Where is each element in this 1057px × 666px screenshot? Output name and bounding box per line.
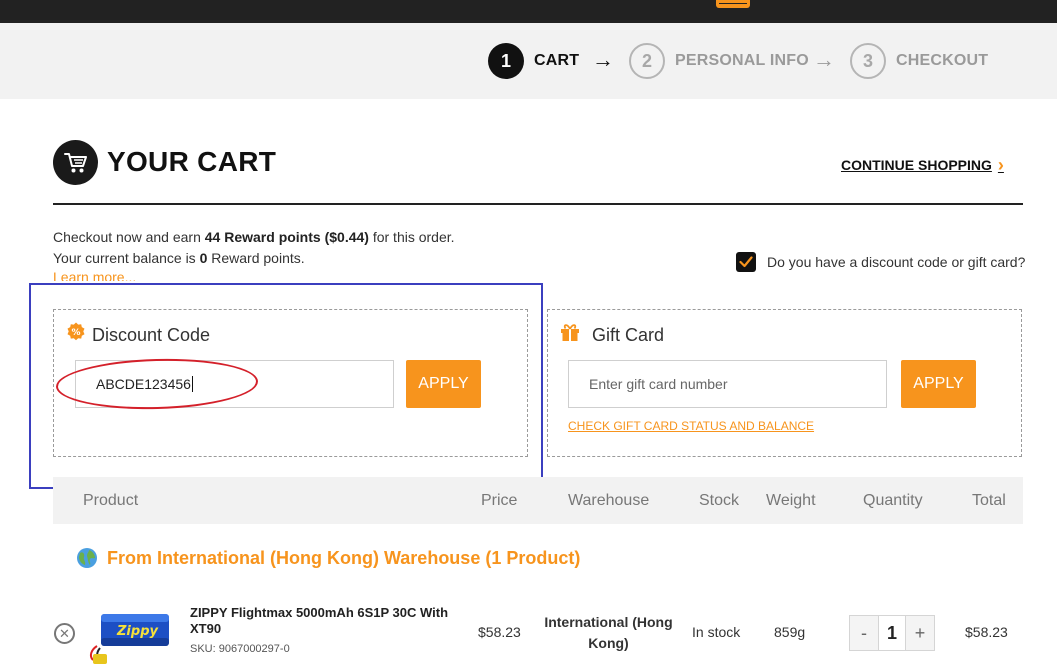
chevron-right-icon: › [997, 155, 1004, 175]
reward-text-part: Reward points. [207, 250, 305, 266]
step-cart[interactable]: 1 CART [488, 43, 579, 79]
reward-text-part: Checkout now and earn [53, 229, 205, 245]
product-name[interactable]: ZIPPY Flightmax 5000mAh 6S1P 30C With XT… [190, 605, 450, 637]
discount-checkbox[interactable] [736, 252, 756, 272]
item-weight: 859g [774, 624, 806, 640]
product-thumbnail[interactable]: Zippy [87, 610, 173, 666]
discount-toggle[interactable]: Do you have a discount code or gift card… [736, 252, 1025, 272]
item-price: $58.23 [478, 624, 521, 640]
logo-tab[interactable] [716, 0, 750, 8]
svg-text:%: % [71, 328, 80, 338]
apply-discount-button[interactable]: APPLY [406, 360, 481, 408]
gift-card-placeholder: Enter gift card number [589, 376, 728, 392]
step-personal-info[interactable]: 2 PERSONAL INFO [629, 43, 809, 79]
reward-text-part: Your current balance is [53, 250, 200, 266]
column-header-price: Price [481, 492, 518, 509]
page-title: YOUR CART [107, 146, 277, 177]
arrow-right-icon: → [592, 47, 614, 72]
discount-code-panel: % Discount Code ABCDE123456 APPLY [53, 309, 528, 457]
arrow-right-icon: → [813, 47, 835, 72]
warehouse-group-label: From International (Hong Kong) Warehouse… [107, 547, 581, 568]
reward-text-part: for this order. [368, 229, 455, 245]
quantity-decrease-button[interactable]: - [850, 616, 878, 650]
item-warehouse: International (Hong Kong) [544, 614, 673, 651]
checkmark-icon [739, 256, 753, 268]
column-header-warehouse: Warehouse [568, 492, 650, 509]
reward-points: 44 Reward points [204, 229, 321, 245]
quantity-value[interactable]: 1 [878, 616, 906, 650]
column-header-product: Product [83, 492, 139, 509]
column-header-weight: Weight [766, 492, 816, 509]
top-nav-bar [0, 0, 1057, 23]
gift-card-input[interactable]: Enter gift card number [568, 360, 887, 408]
discount-code-value: ABCDE123456 [96, 376, 191, 392]
discount-badge-icon: % [67, 322, 85, 341]
reward-balance-text: Your current balance is 0 Reward points. [53, 250, 305, 266]
step-number: 3 [850, 43, 886, 79]
checkout-steps-bar: 1 CART → 2 PERSONAL INFO → 3 CHECKOUT [0, 23, 1057, 99]
gift-card-title: Gift Card [592, 325, 665, 345]
remove-item-button[interactable]: ✕ [54, 623, 75, 644]
gift-card-panel: Gift Card Enter gift card number APPLY C… [547, 309, 1022, 457]
quantity-stepper: - 1 + [849, 615, 935, 651]
step-label: CART [534, 52, 580, 69]
cart-table-header: Product Price Warehouse Stock Weight Qua… [53, 477, 1023, 524]
item-stock: In stock [692, 624, 741, 640]
continue-shopping-link[interactable]: CONTINUE SHOPPING › [841, 155, 1004, 175]
step-checkout[interactable]: 3 CHECKOUT [850, 43, 988, 79]
text-caret [191, 376, 193, 392]
product-thumb-brand: Zippy [116, 624, 158, 639]
reward-value: ($0.44) [324, 229, 369, 245]
title-divider [53, 203, 1023, 205]
check-gift-card-link[interactable]: CHECK GIFT CARD STATUS AND BALANCE [568, 419, 814, 433]
step-label: CHECKOUT [896, 52, 989, 69]
item-total: $58.23 [965, 624, 1008, 640]
column-header-stock: Stock [699, 492, 740, 509]
cart-icon [53, 140, 98, 185]
globe-icon [77, 548, 97, 568]
gift-icon [561, 324, 579, 341]
quantity-increase-button[interactable]: + [906, 616, 934, 650]
apply-gift-card-button[interactable]: APPLY [901, 360, 976, 408]
step-label: PERSONAL INFO [675, 52, 809, 69]
learn-more-link[interactable]: Learn more... [53, 269, 136, 281]
step-number: 1 [488, 43, 524, 79]
continue-shopping-label: CONTINUE SHOPPING [841, 157, 992, 173]
column-header-quantity: Quantity [863, 492, 923, 509]
column-header-total: Total [972, 492, 1006, 509]
discount-code-title: Discount Code [92, 325, 211, 345]
product-sku: SKU: 9067000297-0 [190, 643, 290, 655]
discount-toggle-label: Do you have a discount code or gift card… [767, 254, 1026, 270]
step-number: 2 [629, 43, 665, 79]
warehouse-group-header: From International (Hong Kong) Warehouse… [76, 547, 580, 569]
discount-code-input[interactable]: ABCDE123456 [75, 360, 394, 408]
reward-earn-text: Checkout now and earn 44 Reward points (… [53, 229, 455, 245]
